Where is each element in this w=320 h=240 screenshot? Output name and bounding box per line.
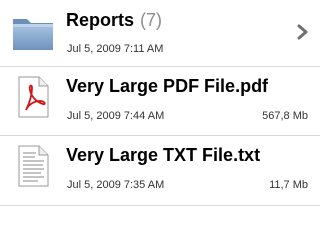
chevron-right-icon[interactable] <box>296 24 310 40</box>
txt-file-size: 11,7 Mb <box>269 179 308 191</box>
pdf-file-icon <box>18 76 49 118</box>
folder-icon <box>13 19 53 50</box>
file-list: Reports (7) Jul 5, 2009 7:11 AM Very Larg… <box>0 0 320 240</box>
folder-date: Jul 5, 2009 7:11 AM <box>67 43 164 55</box>
pdf-file-name: Very Large PDF File.pdf <box>66 76 269 96</box>
txt-file-name: Very Large TXT File.txt <box>66 145 261 165</box>
folder-name: Reports (7) <box>66 10 162 31</box>
txt-file-date: Jul 5, 2009 7:35 AM <box>67 179 165 191</box>
folder-title: Reports <box>66 10 135 30</box>
folder-item-count: (7) <box>140 10 163 30</box>
text-file-icon <box>18 145 49 187</box>
pdf-file-date: Jul 5, 2009 7:44 AM <box>67 110 165 122</box>
pdf-file-size: 567,8 Mb <box>262 110 308 122</box>
